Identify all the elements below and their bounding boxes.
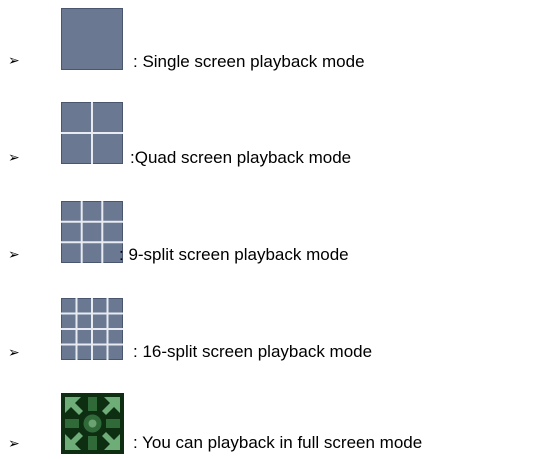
bullet-arrow-icon: ➢ (8, 436, 20, 452)
quad-screen-icon[interactable] (61, 102, 123, 164)
bullet-arrow-icon: ➢ (8, 247, 20, 263)
bullet-arrow-icon: ➢ (8, 150, 20, 166)
bullet-arrow-icon: ➢ (8, 345, 20, 361)
full-screen-icon[interactable] (61, 393, 124, 454)
item-label: : 16-split screen playback mode (133, 342, 373, 361)
item-label: : You can playback in full screen mode (133, 433, 423, 452)
item-label: : 9-split screen playback mode (119, 245, 349, 264)
item-label: : Single screen playback mode (133, 52, 365, 71)
nine-split-screen-icon[interactable] (61, 201, 123, 263)
single-screen-icon[interactable] (61, 8, 123, 70)
bullet-arrow-icon: ➢ (8, 53, 20, 69)
item-label: :Quad screen playback mode (130, 148, 352, 167)
sixteen-split-screen-icon[interactable] (61, 298, 123, 360)
